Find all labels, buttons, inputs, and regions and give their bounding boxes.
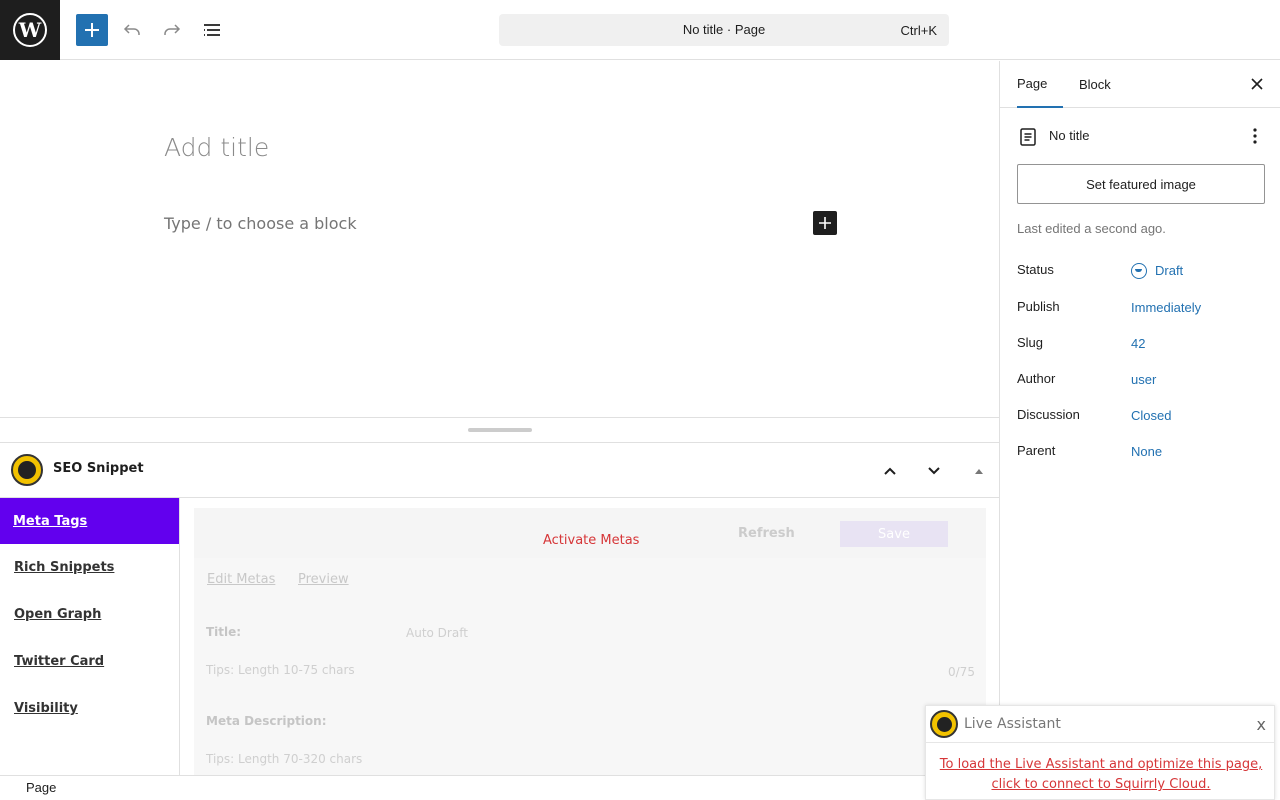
connect-cloud-link[interactable]: To load the Live Assistant and optimize …: [936, 755, 1266, 795]
breadcrumb-page[interactable]: Page: [26, 780, 56, 795]
list-view-icon: [204, 24, 220, 36]
undo-button[interactable]: [116, 14, 148, 46]
tab-block[interactable]: Block: [1079, 61, 1111, 108]
redo-button[interactable]: [156, 14, 188, 46]
seo-nav-meta-tags[interactable]: Meta Tags: [0, 498, 179, 544]
title-char-count: 0/75: [948, 665, 975, 679]
collapse-panel-button[interactable]: [963, 455, 995, 487]
parent-row: Parent None: [1017, 443, 1265, 463]
title-field[interactable]: Auto Draft: [406, 626, 468, 640]
discussion-label: Discussion: [1017, 407, 1080, 422]
plus-icon: [85, 23, 99, 37]
document-overview-button[interactable]: [196, 14, 228, 46]
seo-snippet-header: SEO Snippet: [0, 443, 999, 498]
live-assistant-popup: Live Assistant x To load the Live Assist…: [925, 705, 1275, 800]
command-palette-bar[interactable]: No title · Page Ctrl+K: [499, 14, 949, 46]
seo-nav: Meta Tags Rich Snippets Open Graph Twitt…: [0, 498, 180, 775]
title-tip: Tips: Length 10-75 chars: [206, 663, 355, 677]
inline-add-block-button[interactable]: [813, 211, 837, 235]
document-title: No title · Page: [682, 22, 766, 37]
publish-value[interactable]: Immediately: [1131, 300, 1201, 315]
editor-header: W No title · Page Ctrl+K: [0, 0, 1280, 60]
more-actions-button[interactable]: [1245, 125, 1265, 147]
settings-sidebar: Page Block No title Set featured image L…: [999, 61, 1280, 800]
publish-label: Publish: [1017, 299, 1060, 314]
title-label: Title:: [206, 625, 242, 639]
svg-text:W: W: [18, 18, 42, 42]
triangle-up-icon: [975, 469, 983, 474]
add-block-button[interactable]: [76, 14, 108, 46]
seo-nav-rich-snippets[interactable]: Rich Snippets: [0, 544, 179, 591]
activate-metas-link[interactable]: Activate Metas: [543, 533, 639, 548]
tab-page[interactable]: Page: [1017, 61, 1063, 108]
more-vertical-icon: [1253, 128, 1257, 144]
squirrly-logo-icon: [930, 710, 958, 738]
close-live-assistant-button[interactable]: x: [1257, 715, 1266, 734]
status-value[interactable]: Draft: [1155, 263, 1183, 278]
close-icon: [1251, 78, 1263, 90]
save-button[interactable]: Save: [840, 521, 948, 547]
description-tip: Tips: Length 70-320 chars: [206, 752, 363, 766]
draft-status-icon: [1131, 263, 1147, 279]
parent-label: Parent: [1017, 443, 1056, 458]
live-assistant-header: Live Assistant x: [926, 706, 1274, 743]
tab-preview[interactable]: Preview: [298, 572, 349, 587]
author-label: Author: [1017, 371, 1056, 386]
page-icon: [1020, 128, 1036, 146]
shortcut-hint: Ctrl+K: [900, 23, 937, 38]
close-sidebar-button[interactable]: [1247, 74, 1267, 94]
slug-row: Slug 42: [1017, 335, 1265, 355]
parent-value[interactable]: None: [1131, 444, 1162, 459]
seo-snippet-title: SEO Snippet: [53, 461, 144, 476]
author-row: Author user: [1017, 371, 1265, 391]
redo-icon: [164, 24, 181, 35]
live-assistant-title: Live Assistant: [964, 716, 1061, 732]
last-edited-text: Last edited a second ago.: [1017, 221, 1166, 236]
status-label: Status: [1017, 262, 1054, 277]
set-featured-image-button[interactable]: Set featured image: [1017, 164, 1265, 204]
wordpress-logo-icon[interactable]: W: [0, 0, 60, 60]
slug-value[interactable]: 42: [1131, 336, 1145, 351]
sidebar-tabs: Page Block: [1000, 61, 1280, 108]
seo-nav-visibility[interactable]: Visibility: [0, 685, 179, 732]
slug-label: Slug: [1017, 335, 1044, 350]
undo-icon: [123, 24, 140, 35]
meta-description-label: Meta Description:: [206, 714, 327, 728]
seo-nav-open-graph[interactable]: Open Graph: [0, 591, 179, 638]
seo-meta-panel: Activate Metas Refresh Save Edit Metas P…: [194, 508, 986, 775]
author-value[interactable]: user: [1131, 372, 1156, 387]
chevron-down-icon: [928, 467, 940, 475]
refresh-button[interactable]: Refresh: [738, 526, 795, 541]
move-down-button[interactable]: [918, 455, 950, 487]
document-summary: No title: [1017, 125, 1265, 149]
tab-edit-metas[interactable]: Edit Metas: [207, 572, 275, 587]
block-breadcrumb-bar: Page: [0, 775, 999, 800]
move-up-button[interactable]: [874, 455, 906, 487]
publish-row: Publish Immediately: [1017, 299, 1265, 319]
discussion-value[interactable]: Closed: [1131, 408, 1171, 423]
title-input[interactable]: Add title: [164, 133, 269, 162]
chevron-up-icon: [884, 467, 896, 475]
seo-nav-twitter-card[interactable]: Twitter Card: [0, 638, 179, 685]
editor-canvas: Add title Type / to choose a block: [0, 61, 999, 417]
block-appender[interactable]: Type / to choose a block: [164, 214, 357, 233]
meta-boxes-resize-area: [0, 417, 999, 443]
discussion-row: Discussion Closed: [1017, 407, 1265, 427]
status-row: Status Draft: [1017, 262, 1265, 282]
document-title: No title: [1049, 128, 1090, 143]
resize-handle[interactable]: [468, 428, 532, 432]
plus-icon: [819, 217, 831, 229]
squirrly-logo-icon: [11, 454, 43, 486]
